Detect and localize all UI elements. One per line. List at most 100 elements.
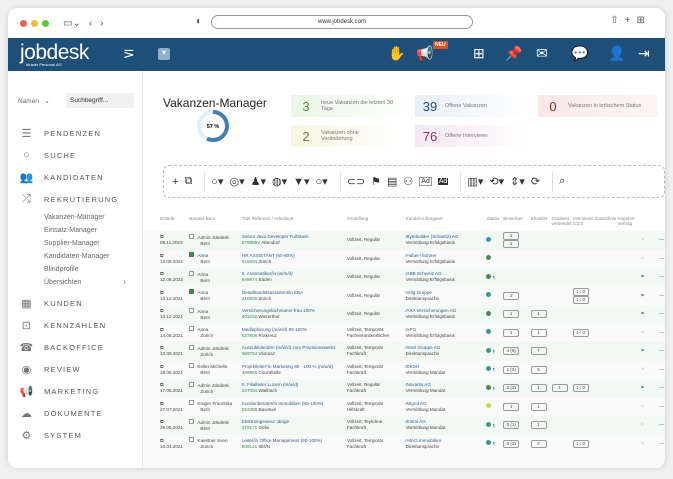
customer-cell[interactable]: ⁄Insel Gruppe AG Direktansprache <box>405 342 487 361</box>
count-pill[interactable]: 1 / 0 <box>572 384 589 393</box>
subnav-supplier-manager[interactable]: Supplier-Manager <box>44 240 100 247</box>
checkbox[interactable] <box>189 270 195 276</box>
count-pill[interactable]: 1 / 0 <box>572 439 589 448</box>
status-filter-icon[interactable]: ○▾ <box>211 175 223 188</box>
customer-cell[interactable]: ⁄DKSH Vermittlung Mandat <box>406 361 487 380</box>
count-pill[interactable]: 1 / 0 <box>572 328 589 337</box>
customer-cell[interactable]: ⁄Huber+Suhner Vermittlung Erfolgsbasis <box>406 250 487 269</box>
more-icon[interactable]: — <box>659 404 664 409</box>
more-icon[interactable]: — <box>659 422 664 427</box>
kpi-open-vacancies[interactable]: 39 Offene Vakanzen <box>415 95 535 117</box>
checkbox[interactable] <box>189 437 195 443</box>
flag-icon[interactable]: ⚑ <box>641 385 645 390</box>
vacancy-title[interactable]: HR ASSISTANT (60-80%) <box>242 253 295 258</box>
customer[interactable]: Bytebuilder (Schweiz) AG <box>406 234 458 239</box>
vacancy-title[interactable]: 5. Automatiker/in (w/m/d) <box>242 271 293 276</box>
sidebar-item-kunden[interactable]: ▦ KUNDEN <box>18 297 83 310</box>
sidebar-item-system[interactable]: ⚙ SYSTEM <box>18 429 82 442</box>
customer[interactable]: Insel Gruppe AG <box>406 345 440 350</box>
title-cell[interactable]: Mediaplanung (m/w/d) 80-100% 537806 Rotkr… <box>242 324 347 343</box>
checkbox[interactable] <box>189 344 195 350</box>
count-pill[interactable]: 1 <box>551 384 568 393</box>
customer[interactable]: Huber+Suhner <box>406 253 436 258</box>
dropdown-icon[interactable]: ▾ <box>158 48 170 60</box>
vacancy-title[interactable]: Detailhandelsassistent/in EBA <box>242 290 303 295</box>
customer[interactable]: Novartis AG <box>406 382 431 387</box>
pin-icon[interactable]: 📌 <box>505 45 522 62</box>
count-pill[interactable]: 1 <box>503 240 520 249</box>
title-cell[interactable]: Elektroingenieur übrige 479171 Gelio <box>241 416 347 435</box>
sidebar-item-kennzahlen[interactable]: ⊡ KENNZAHLEN <box>18 319 106 332</box>
chat-question-icon[interactable]: 💬 <box>571 45 588 62</box>
title-cell[interactable]: Kundenberater/in Immobilien (80-100%) 053… <box>242 398 347 417</box>
count-pill[interactable]: 2 <box>503 291 520 300</box>
customer-cell[interactable]: ⁄HIAG Immobilien Direktansprache <box>406 435 487 454</box>
subnav-vakanzen-manager[interactable]: Vakanzen-Manager <box>44 214 105 221</box>
kpi-new-vacancies[interactable]: 3 neue Vakanzen die letzten 30 Tage <box>291 95 413 117</box>
more-icon[interactable]: — <box>659 348 664 353</box>
subnav-einsatz-manager[interactable]: Einsatz-Manager <box>44 227 97 234</box>
customer[interactable]: AXA Versicherungen AG <box>406 308 456 313</box>
more-icon[interactable]: — <box>659 367 664 372</box>
team-filter-icon[interactable]: ♟▾ <box>251 175 266 188</box>
document-icon[interactable]: ▤ <box>387 175 397 188</box>
sidebar-item-dokumente[interactable]: ☁ DOKUMENTE <box>18 407 103 420</box>
title-cell[interactable]: HR ASSISTANT (60-80%) 515594 Zürich <box>242 250 347 269</box>
flag-icon[interactable]: ⚑ <box>641 293 645 298</box>
flag-icon[interactable]: ⚑ <box>641 274 645 279</box>
sidebar-item-rekrutierung[interactable]: ⤮ REKRUTIERUNG <box>18 193 118 206</box>
sidebar-item-pendenzen[interactable]: ☰ PENDENZEN <box>18 127 101 140</box>
count-pill[interactable]: 1 <box>530 328 547 337</box>
count-pill[interactable]: 2 <box>530 439 547 448</box>
customer[interactable]: Volg Gruppe <box>406 290 432 295</box>
customer-cell[interactable]: ⁄Migrol AG Vermittlung Mandat <box>406 398 487 417</box>
table-row[interactable]: ⛾ 13.12.2021 Anna Bern Versicherungsfachma… <box>160 305 665 324</box>
url-bar[interactable]: www.jobdesk.com <box>211 15 473 29</box>
title-cell[interactable]: Leiter/in Office Management (60-100%) 909… <box>242 435 347 454</box>
count-pill[interactable]: 1 (3) <box>503 365 520 374</box>
more-icon[interactable]: — <box>659 311 664 316</box>
checkbox[interactable] <box>189 307 195 313</box>
building-filter-icon[interactable]: ▥▾ <box>467 175 483 188</box>
flag-icon[interactable]: ⚑ <box>371 175 381 188</box>
close-dot[interactable] <box>20 19 27 27</box>
table-row[interactable]: ⛾ 29.05.2021 Admin Jobdesk Bern Elektroing… <box>160 416 665 435</box>
title-cell[interactable]: 5. Automatiker/in (w/m/d) 649874 Baden <box>241 268 347 287</box>
vacancy-title[interactable]: Elektroingenieur übrige <box>242 419 289 424</box>
subnav-kandidaten-manager[interactable]: Kandidaten-Manager <box>44 253 109 260</box>
count-pill[interactable]: 1 <box>503 328 520 337</box>
table-row[interactable]: ⛾ 09.11.2022 Admin Jobdesk Bern Senior Jav… <box>160 231 665 250</box>
chevron-right-icon[interactable]: › <box>123 277 126 286</box>
subnav-uebersichten[interactable]: Übersichten <box>44 279 81 286</box>
sidebar-item-review[interactable]: ◉ REVIEW <box>18 363 81 376</box>
more-icon[interactable]: — <box>659 293 664 298</box>
vacancy-title[interactable]: Auszubildenden (m/w/d) zum Präzisionswer… <box>242 345 336 350</box>
toggle-icon[interactable]: ⊂⊃ <box>347 175 365 188</box>
vacancy-title[interactable]: Mediaplanung (m/w/d) 80-100% <box>242 327 307 332</box>
more-icon[interactable]: — <box>659 256 664 261</box>
search-input[interactable]: Suchbegriff... <box>66 93 134 108</box>
customer-cell[interactable]: ⁄AXA Versicherungen AG Vermittlung Erfolg… <box>405 305 487 324</box>
search-icon[interactable]: ⌕ <box>559 175 565 188</box>
title-cell[interactable]: Senior Java Developer FullStack 579889V A… <box>241 231 347 250</box>
subnav-blindprofile[interactable]: Blindprofile <box>44 266 79 273</box>
title-cell[interactable]: Detailhandelsassistent/in EBA 210830 Züri… <box>242 287 347 306</box>
sort-icon[interactable]: ⇕▾ <box>510 175 525 188</box>
flag-icon[interactable]: ⚑ <box>641 367 645 372</box>
title-cell[interactable]: Auszubildenden (m/w/d) zum Präzisionswer… <box>241 342 347 361</box>
copy-icon[interactable]: ⧉ <box>184 175 192 188</box>
checkbox[interactable] <box>189 252 195 258</box>
title-cell[interactable]: Projektleiter*in Marketing 80 - 100 % (m… <box>242 361 347 380</box>
maximize-dot[interactable] <box>42 19 49 27</box>
title-cell[interactable]: 5. Filialleiter Luzern (m/w/d) 237094 Wal… <box>241 379 347 398</box>
table-row[interactable]: ⛾ 17.06.2021 Admin Jobdesk Zürich 5. Filia… <box>160 379 665 398</box>
count-pill[interactable]: 1 <box>503 402 520 411</box>
customer[interactable]: ABB Schweiz AG <box>406 271 441 276</box>
checkbox[interactable] <box>189 381 195 387</box>
checkbox[interactable] <box>189 289 195 295</box>
vacancy-title[interactable]: Versicherungsfachmann/-frau 100% <box>242 308 315 313</box>
search-select[interactable]: Namen <box>18 98 39 105</box>
customer-cell[interactable]: ⁄Bytebuilder (Schweiz) AG Vermittlung Erf… <box>405 231 487 250</box>
count-pill[interactable]: 0 (3) <box>503 439 520 448</box>
flag-icon[interactable]: ⚑ <box>641 330 645 335</box>
